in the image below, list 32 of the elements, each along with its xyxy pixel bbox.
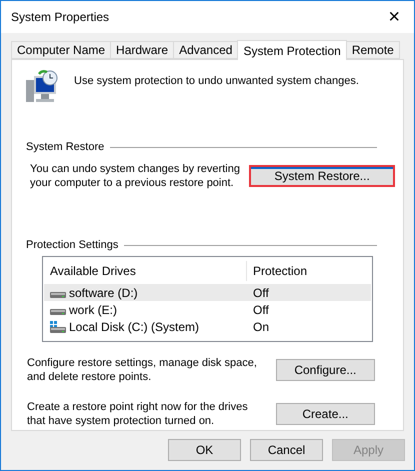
protection-status: Off <box>253 302 269 316</box>
action-button[interactable]: Create... <box>276 403 375 425</box>
table-row[interactable]: work (E:) Off <box>44 301 371 318</box>
tab[interactable]: Hardware <box>110 41 174 59</box>
action-description: Configure restore settings, manage disk space, and delete restore points. <box>27 356 258 384</box>
action-description: Create a restore point right now for the drives that have system protection turned on. <box>27 400 249 428</box>
drive-icon <box>50 308 66 314</box>
tab[interactable]: Remote <box>346 41 400 59</box>
drive-name: Local Disk (C:) (System) <box>69 320 200 334</box>
tab[interactable]: System Protection <box>237 40 347 60</box>
column-header[interactable]: Available Drives <box>44 261 247 281</box>
tab[interactable]: Advanced <box>173 41 238 59</box>
drive-icon <box>50 292 66 298</box>
action-button[interactable]: Configure... <box>276 359 375 381</box>
drive-name: software (D:) <box>69 286 138 300</box>
protection-status: Off <box>253 286 269 300</box>
drive-name: work (E:) <box>69 302 117 316</box>
group-heading: Protection Settings <box>26 238 118 252</box>
intro-text: Use system protection to undo unwanted system changes. <box>74 74 359 88</box>
window-title: System Properties <box>11 10 110 24</box>
column-header[interactable]: Protection <box>247 261 371 281</box>
dialog-button[interactable]: OK <box>168 439 241 461</box>
dialog-button[interactable]: Cancel <box>250 439 323 461</box>
protection-status: On <box>253 320 270 334</box>
tab[interactable]: Computer Name <box>11 41 112 59</box>
system-drive-icon <box>50 320 66 332</box>
system-restore-button[interactable]: System Restore... <box>249 165 395 187</box>
close-button[interactable]: × <box>384 6 404 28</box>
table-row[interactable]: software (D:) Off <box>44 284 371 301</box>
table-row[interactable]: Local Disk (C:) (System) On <box>44 318 371 335</box>
group-heading: System Restore <box>26 140 104 154</box>
restore-description: You can undo system changes by reverting your computer to a previous restore point. <box>30 162 241 190</box>
